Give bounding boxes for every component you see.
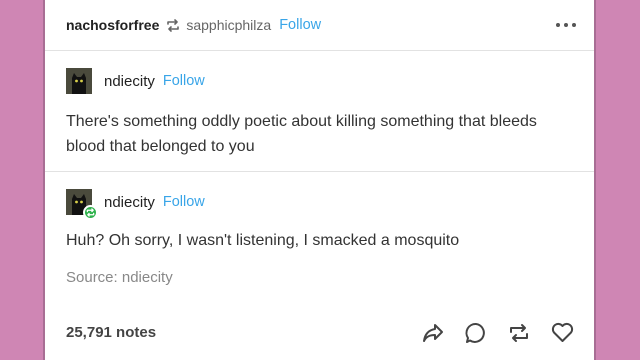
more-options-icon[interactable] (556, 23, 576, 27)
cat-icon (66, 68, 92, 94)
share-icon[interactable] (421, 321, 445, 345)
post-author-name[interactable]: ndiecity (104, 194, 155, 211)
like-icon[interactable] (550, 321, 574, 345)
post-follow-button[interactable]: Follow (163, 73, 205, 89)
reply-icon[interactable] (464, 321, 488, 345)
reblog-icon (166, 18, 180, 32)
reblogged-from-username[interactable]: sapphicphilza (186, 17, 271, 33)
post-actions (421, 321, 574, 345)
reblog-icon[interactable] (507, 321, 531, 345)
header-follow-button[interactable]: Follow (279, 17, 321, 33)
source-link[interactable]: Source: ndiecity (66, 269, 564, 286)
post-text: Huh? Oh sorry, I wasn't listening, I sma… (66, 232, 460, 249)
post-author-row: ndiecity Follow (66, 188, 564, 220)
post-header: nachosforfree sapphicphilza Follow (45, 0, 594, 51)
avatar[interactable] (66, 189, 98, 220)
poster-username[interactable]: nachosforfree (66, 17, 159, 33)
reblog-badge-icon (83, 205, 98, 220)
reply-post: ndiecity Follow Huh? Oh sorry, I wasn't … (45, 173, 594, 298)
post-card: nachosforfree sapphicphilza Follow ndiec… (43, 0, 596, 360)
avatar[interactable] (66, 68, 92, 94)
post-author-row: ndiecity Follow (66, 67, 564, 95)
post-text: There's something oddly poetic about kil… (66, 113, 537, 155)
original-post: ndiecity Follow There's something oddly … (45, 52, 594, 172)
post-author-name[interactable]: ndiecity (104, 73, 155, 90)
post-footer: 25,791 notes (45, 305, 594, 360)
notes-count[interactable]: 25,791 notes (66, 324, 156, 341)
post-follow-button[interactable]: Follow (163, 194, 205, 210)
